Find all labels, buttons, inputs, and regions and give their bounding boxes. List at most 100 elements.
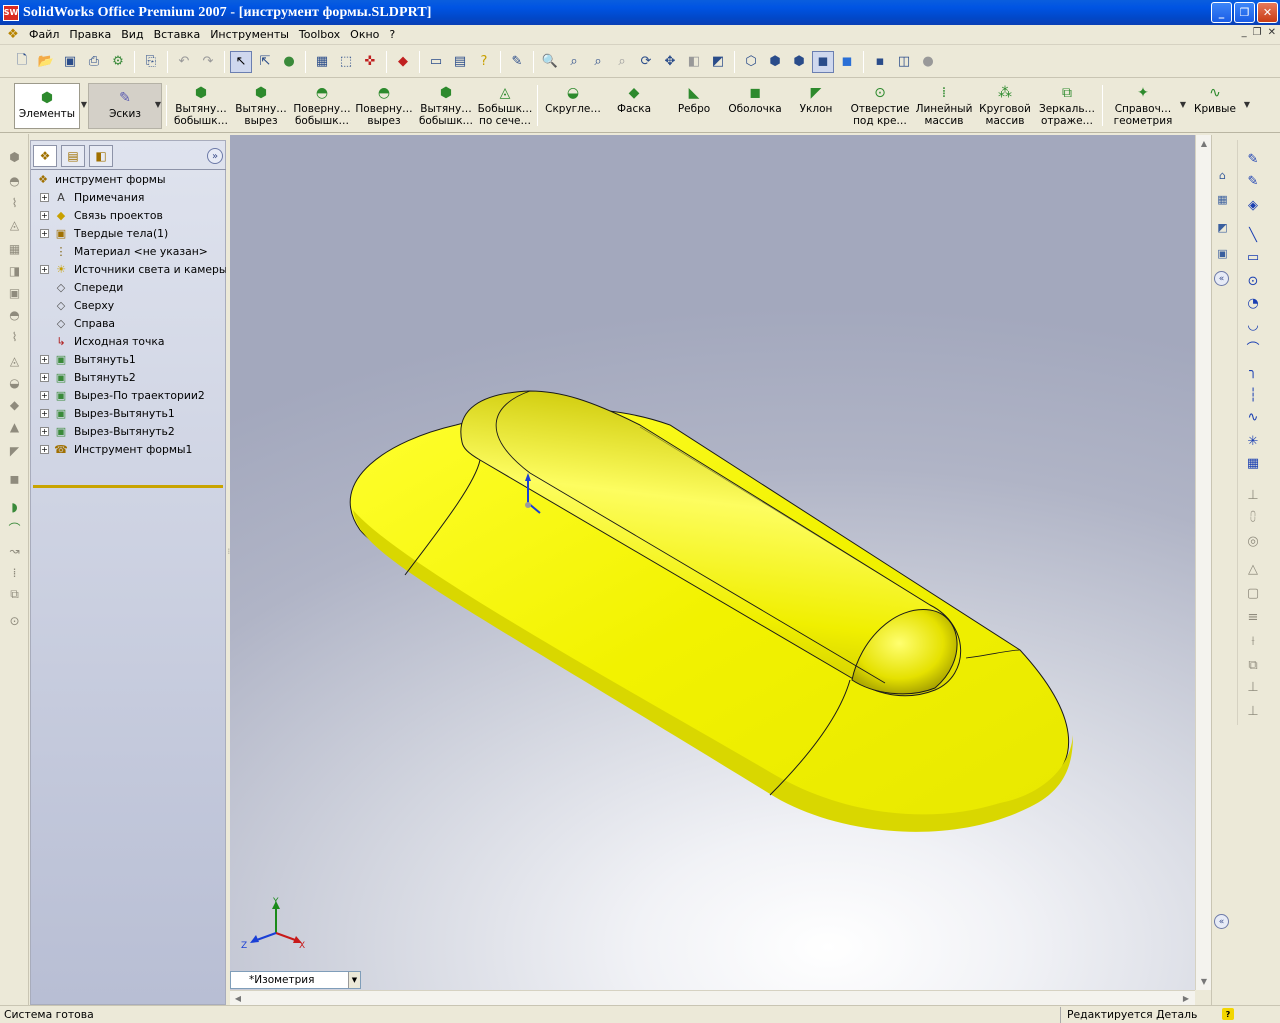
command-swept-boss-button[interactable]: ⬢ Вытяну… бобышк… — [415, 79, 477, 132]
circle-icon[interactable]: ⊙ — [1244, 272, 1262, 290]
zoom-selection-icon[interactable]: ⌕ — [611, 51, 633, 73]
swept-boss-icon[interactable]: ⌇ — [6, 194, 23, 211]
stretch-icon[interactable]: ⊥ — [1244, 678, 1262, 696]
grid-sketch-icon[interactable]: ▦ — [1244, 454, 1262, 472]
tangent-arc-icon[interactable]: ◡ — [1244, 316, 1262, 334]
menu-view[interactable]: Вид — [116, 28, 148, 41]
expand-plus-icon[interactable]: + — [40, 427, 49, 436]
features-dropdown-arrow[interactable]: ▼ — [80, 79, 88, 132]
command-hole-wizard-button[interactable]: ⊙ Отверстие под кре… — [846, 79, 914, 132]
hidden-lines-visible-icon[interactable]: ⬢ — [764, 51, 786, 73]
expand-plus-icon[interactable]: + — [40, 193, 49, 202]
tile-windows-icon[interactable]: ▤ — [449, 51, 471, 73]
menu-file[interactable]: Файл — [24, 28, 64, 41]
tab-sketch[interactable]: ✎ Эскиз — [88, 83, 162, 129]
draft-icon[interactable]: ◤ — [6, 442, 23, 459]
feature-tree-tab-icon[interactable]: ❖ — [33, 145, 57, 167]
offset-entities-icon[interactable]: △ — [1244, 560, 1262, 578]
command-reference-geometry-button[interactable]: ✦ Справоч… геометрия — [1107, 79, 1179, 132]
curves-dropdown-arrow[interactable]: ▼ — [1243, 79, 1251, 132]
quick-snaps-icon[interactable]: ✜ — [359, 51, 381, 73]
rebuild-icon[interactable]: ● — [278, 51, 300, 73]
rotate-icon[interactable]: ⟳ — [635, 51, 657, 73]
save-icon[interactable]: ▣ — [59, 51, 81, 73]
tree-item[interactable]: + ◆ Связь проектов — [31, 206, 225, 224]
shell-icon[interactable]: ◼ — [6, 470, 23, 487]
options-icon[interactable]: ⚙ — [107, 51, 129, 73]
expand-plus-icon[interactable]: + — [40, 229, 49, 238]
tree-item[interactable]: + ▣ Вырез-Вытянуть1 — [31, 404, 225, 422]
tree-item[interactable]: + ▣ Вытянуть1 — [31, 350, 225, 368]
wireframe-icon[interactable]: ⬡ — [740, 51, 762, 73]
part-model[interactable] — [230, 135, 1195, 990]
chamfer-icon[interactable]: ◆ — [6, 396, 23, 413]
vertical-scrollbar[interactable]: ▲ ▼ — [1195, 135, 1211, 990]
wrap-icon[interactable]: ⌒ — [6, 520, 23, 537]
boundary-icon[interactable]: ◨ — [6, 262, 23, 279]
menu-help[interactable]: ? — [384, 28, 400, 41]
extend-icon[interactable]: ≡ — [1244, 608, 1262, 626]
fillet-sketch-icon[interactable]: ╮ — [1244, 362, 1262, 380]
tree-item[interactable]: ◇ Справа — [31, 314, 225, 332]
tree-item[interactable]: ◇ Сверху — [31, 296, 225, 314]
flex-icon[interactable]: ↝ — [6, 542, 23, 559]
lofted-boss-icon[interactable]: ◬ — [6, 216, 23, 233]
command-rib-button[interactable]: ◣ Ребро — [664, 79, 724, 132]
shaded-icon[interactable]: ◼ — [836, 51, 858, 73]
hole-icon[interactable]: ⊙ — [6, 612, 23, 629]
command-draft-button[interactable]: ◤ Уклон — [786, 79, 846, 132]
minimize-button[interactable]: _ — [1211, 2, 1232, 23]
rotate-entities-icon[interactable]: ⊥ — [1244, 702, 1262, 720]
move-entities-icon[interactable]: ⟊ — [1244, 632, 1262, 650]
menu-insert[interactable]: Вставка — [149, 28, 206, 41]
menu-toolbox[interactable]: Toolbox — [294, 28, 345, 41]
centerline-icon[interactable]: ┆ — [1244, 386, 1262, 404]
command-linear-pattern-button[interactable]: ⁞ Линейный массив — [914, 79, 974, 132]
close-button[interactable]: ✕ — [1257, 2, 1278, 23]
sketch-icon[interactable]: ✎ — [1244, 150, 1262, 168]
solidworks-resources-icon[interactable]: ⌂ — [1214, 167, 1231, 184]
command-circular-pattern-button[interactable]: ⁂ Круговой массив — [974, 79, 1036, 132]
tree-item[interactable]: ⋮ Материал <не указан> — [31, 242, 225, 260]
command-shell-button[interactable]: ◼ Оболочка — [724, 79, 786, 132]
menu-edit[interactable]: Правка — [64, 28, 116, 41]
section-view-icon[interactable]: ◫ — [893, 51, 915, 73]
view-palette-icon[interactable]: ▣ — [1214, 245, 1231, 262]
command-fillet-button[interactable]: ◒ Скругле… — [542, 79, 604, 132]
sketch-relations-icon[interactable]: ⬚ — [335, 51, 357, 73]
hidden-lines-removed-icon[interactable]: ⬢ — [788, 51, 810, 73]
command-mirror-button[interactable]: ⧉ Зеркаль… отраже… — [1036, 79, 1098, 132]
extruded-boss-icon[interactable]: ⬢ — [6, 148, 23, 165]
help-icon[interactable]: ? — [473, 51, 495, 73]
command-lofted-boss-button[interactable]: ◬ Бобышк… по сече… — [477, 79, 533, 132]
expand-plus-icon[interactable]: + — [40, 409, 49, 418]
file-explorer-icon[interactable]: ◩ — [1214, 219, 1231, 236]
scroll-up-icon[interactable]: ▲ — [1196, 135, 1212, 151]
reference-geometry-dropdown-arrow[interactable]: ▼ — [1179, 79, 1187, 132]
fillet-icon[interactable]: ◒ — [6, 374, 23, 391]
solidworks-logo-icon[interactable]: ❖ — [4, 26, 22, 44]
trim-icon[interactable]: ▢ — [1244, 584, 1262, 602]
tree-item[interactable]: + ☀ Источники света и камеры — [31, 260, 227, 278]
copy-entities-icon[interactable]: ⧉ — [1244, 656, 1262, 674]
convert-entities-icon[interactable]: ◎ — [1244, 532, 1262, 550]
centerpoint-arc-icon[interactable]: ◔ — [1244, 294, 1262, 312]
3d-sketch-icon[interactable]: ✎ — [1244, 172, 1262, 190]
revolved-cut-icon[interactable]: ◓ — [6, 306, 23, 323]
design-library-icon[interactable]: ▦ — [1214, 191, 1231, 208]
pattern-icon[interactable]: ⁞ — [6, 564, 23, 581]
scroll-left-icon[interactable]: ◀ — [230, 991, 246, 1006]
shadows-icon[interactable]: ▪ — [869, 51, 891, 73]
command-revolved-cut-button[interactable]: ◓ Поверну… вырез — [353, 79, 415, 132]
command-extruded-boss-button[interactable]: ⬢ Вытяну… бобышк… — [171, 79, 231, 132]
appearance-icon[interactable]: ◆ — [392, 51, 414, 73]
tab-features[interactable]: ⬢ Элементы — [14, 83, 80, 129]
tree-item[interactable]: + ▣ Вырез-По траектории2 — [31, 386, 225, 404]
mirror-entities-icon[interactable]: ⩇ — [1244, 508, 1262, 526]
expand-plus-icon[interactable]: + — [40, 373, 49, 382]
expand-plus-icon[interactable]: + — [40, 445, 49, 454]
tree-item[interactable]: + ☎ Инструмент формы1 — [31, 440, 225, 458]
thicken-icon[interactable]: ▦ — [6, 240, 23, 257]
collapse-pane-icon[interactable]: « — [1214, 271, 1229, 286]
property-manager-tab-icon[interactable]: ▤ — [61, 145, 85, 167]
